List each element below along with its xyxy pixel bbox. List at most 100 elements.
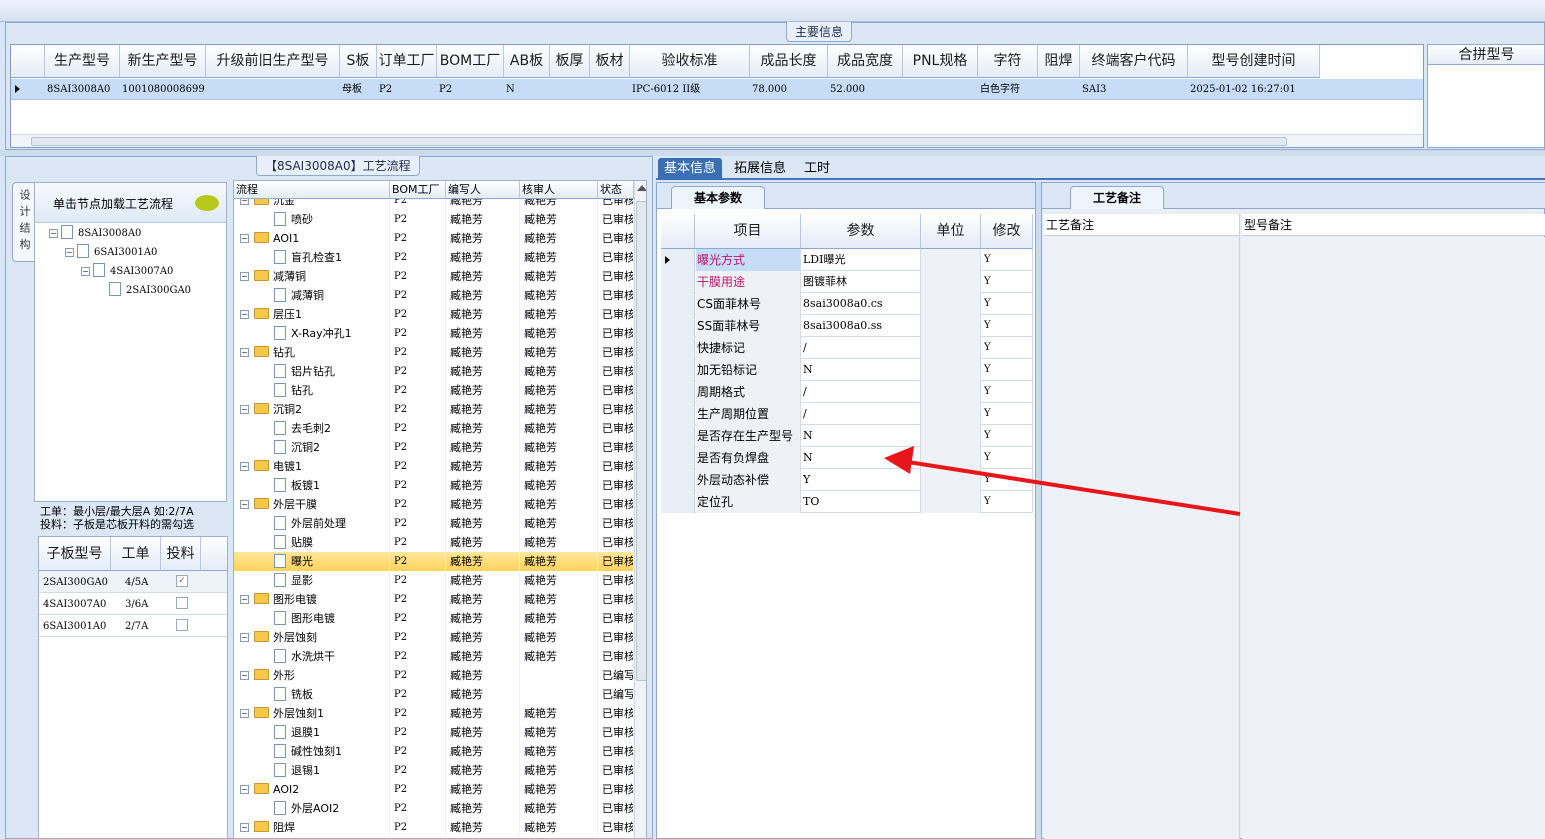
column-header[interactable]: 升级前旧生产型号 <box>206 45 340 78</box>
table-cell[interactable] <box>592 80 628 99</box>
flow-row[interactable]: − 沉金 P2 臧艳芳 臧艳芳 已审核 <box>234 199 634 210</box>
row-selector[interactable] <box>661 271 695 293</box>
flow-row[interactable]: 铝片钻孔 P2 臧艳芳 臧艳芳 已审核 <box>234 362 634 381</box>
collapse-icon[interactable]: − <box>240 199 249 205</box>
param-value[interactable]: 8sai3008a0.ss <box>801 315 921 337</box>
collapse-icon[interactable]: − <box>240 310 249 319</box>
param-value[interactable]: 图镀菲林 <box>801 271 921 293</box>
flow-row[interactable]: − AOI1 P2 臧艳芳 臧艳芳 已审核 <box>234 229 634 248</box>
flow-row[interactable]: − 阻焊 P2 臧艳芳 臧艳芳 已审核 <box>234 818 634 837</box>
collapse-icon[interactable]: − <box>240 272 249 281</box>
flow-row[interactable]: − 外层蚀刻1 P2 臧艳芳 臧艳芳 已审核 <box>234 704 634 723</box>
flow-row[interactable]: − 减薄铜 P2 臧艳芳 臧艳芳 已审核 <box>234 267 634 286</box>
row-selector[interactable] <box>661 249 695 271</box>
table-cell[interactable]: P2 <box>379 80 435 99</box>
param-value[interactable]: LDI曝光 <box>801 249 921 271</box>
flow-row[interactable]: 去毛刺2 P2 臧艳芳 臧艳芳 已审核 <box>234 419 634 438</box>
tree-node[interactable]: −6SAI3001A0 <box>65 244 157 258</box>
scroll-thumb[interactable] <box>636 201 646 681</box>
row-selector[interactable] <box>661 293 695 315</box>
column-header[interactable]: 成品长度 <box>750 45 828 78</box>
sub-grid-header-feed[interactable]: 投料 <box>161 537 201 571</box>
flow-row[interactable]: 盲孔检查1 P2 臧艳芳 臧艳芳 已审核 <box>234 248 634 267</box>
collapse-icon[interactable]: − <box>240 823 249 832</box>
collapse-icon[interactable]: − <box>240 500 249 509</box>
column-header[interactable]: AB板 <box>504 45 550 78</box>
param-row[interactable]: 周期格式 / Y <box>661 381 1033 403</box>
collapse-icon[interactable]: − <box>240 785 249 794</box>
flow-row[interactable]: − 电镀1 P2 臧艳芳 臧艳芳 已审核 <box>234 457 634 476</box>
feed-checkbox[interactable] <box>176 597 188 609</box>
collapse-icon[interactable]: − <box>240 709 249 718</box>
collapse-icon[interactable]: − <box>240 234 249 243</box>
row-selector[interactable] <box>661 359 695 381</box>
list-item[interactable]: 4SAI3007A0 3/6A <box>39 593 227 615</box>
column-header[interactable]: 型号创建时间 <box>1188 45 1320 78</box>
tree-node[interactable]: 2SAI300GA0 <box>109 282 191 296</box>
table-cell[interactable] <box>208 80 338 99</box>
table-cell[interactable]: 10010800086993 <box>122 80 204 99</box>
flow-row[interactable]: − 外层蚀刻 P2 臧艳芳 臧艳芳 已审核 <box>234 628 634 647</box>
row-selector[interactable] <box>661 315 695 337</box>
column-header[interactable]: 验收标准 <box>630 45 750 78</box>
flow-column-header[interactable]: BOM工厂 <box>390 181 446 199</box>
collapse-icon[interactable]: − <box>240 595 249 604</box>
param-column-header[interactable]: 修改 <box>981 214 1033 249</box>
table-cell[interactable]: 52.000 <box>830 80 901 99</box>
flow-row[interactable]: 退锡1 P2 臧艳芳 臧艳芳 已审核 <box>234 761 634 780</box>
table-cell[interactable]: 8SAI3008A0 <box>47 80 118 99</box>
collapse-icon[interactable]: − <box>240 348 249 357</box>
flow-row[interactable]: 铣板 P2 臧艳芳 已编写 <box>234 685 634 704</box>
flow-row[interactable]: − 外层干膜 P2 臧艳芳 臧艳芳 已审核 <box>234 495 634 514</box>
feed-checkbox[interactable] <box>176 619 188 631</box>
table-row[interactable]: 8SAI3008A0 10010800086993 母板 P2 P2 N IPC-6012 … <box>11 79 1423 100</box>
column-header[interactable]: 阻焊 <box>1038 45 1080 78</box>
list-item[interactable]: 2SAI300GA0 4/5A ✓ <box>39 571 227 593</box>
column-header[interactable]: 生产型号 <box>45 45 120 78</box>
table-cell[interactable]: P2 <box>439 80 502 99</box>
tab-basic-params[interactable]: 基本参数 <box>671 186 766 209</box>
flow-row[interactable]: − 图形电镀 P2 臧艳芳 臧艳芳 已审核 <box>234 590 634 609</box>
flow-row[interactable]: 喷砂 P2 臧艳芳 臧艳芳 已审核 <box>234 210 634 229</box>
design-structure-vtab[interactable]: 设 计 结 构 <box>12 182 34 262</box>
table-cell[interactable] <box>905 80 976 99</box>
column-header[interactable]: PNL规格 <box>903 45 978 78</box>
table-cell[interactable]: 2025-01-02 16:27:01 <box>1190 80 1318 99</box>
row-selector[interactable] <box>661 403 695 425</box>
column-header[interactable]: 字符 <box>978 45 1038 78</box>
tab-work-hours[interactable]: 工时 <box>798 158 836 180</box>
flow-row[interactable]: − AOI2 P2 臧艳芳 臧艳芳 已审核 <box>234 780 634 799</box>
param-column-header[interactable]: 参数 <box>801 214 921 249</box>
table-cell[interactable]: 78.000 <box>752 80 826 99</box>
table-cell[interactable] <box>552 80 588 99</box>
flow-row[interactable]: 外层前处理 P2 臧艳芳 臧艳芳 已审核 <box>234 514 634 533</box>
table-cell[interactable] <box>1040 80 1078 99</box>
tab-basic-info[interactable]: 基本信息 <box>658 158 723 180</box>
flow-row[interactable]: − 钻孔 P2 臧艳芳 臧艳芳 已审核 <box>234 343 634 362</box>
tab-process-remarks[interactable]: 工艺备注 <box>1070 186 1165 209</box>
column-header[interactable]: 板材 <box>590 45 630 78</box>
model-remark-box[interactable] <box>1242 237 1545 839</box>
flow-row[interactable]: 曝光 P2 臧艳芳 臧艳芳 已审核 <box>234 552 634 571</box>
collapse-icon[interactable]: − <box>240 462 249 471</box>
param-row[interactable]: 生产周期位置 / Y <box>661 403 1033 425</box>
param-row[interactable]: SS面菲林号 8sai3008a0.ss Y <box>661 315 1033 337</box>
tree-node[interactable]: −8SAI3008A0 <box>49 225 141 239</box>
row-selector[interactable] <box>661 491 695 513</box>
flow-row[interactable]: 水洗烘干 P2 臧艳芳 臧艳芳 已审核 <box>234 647 634 666</box>
sub-grid-header-order[interactable]: 工单 <box>111 537 161 571</box>
param-column-header[interactable]: 项目 <box>695 214 801 249</box>
column-header[interactable]: 订单工厂 <box>377 45 437 78</box>
column-header[interactable]: 成品宽度 <box>828 45 903 78</box>
flow-row[interactable]: 显影 P2 臧艳芳 臧艳芳 已审核 <box>234 571 634 590</box>
param-column-header[interactable]: 单位 <box>921 214 981 249</box>
collapse-icon[interactable]: − <box>240 671 249 680</box>
param-row[interactable]: CS面菲林号 8sai3008a0.cs Y <box>661 293 1033 315</box>
param-value[interactable]: / <box>801 337 921 359</box>
flow-row[interactable]: − 外形 P2 臧艳芳 已编写 <box>234 666 634 685</box>
row-selector[interactable] <box>661 425 695 447</box>
tab-extended-info[interactable]: 拓展信息 <box>728 158 792 180</box>
flow-column-header[interactable]: 核审人 <box>520 181 598 199</box>
flow-row[interactable]: − 沉铜2 P2 臧艳芳 臧艳芳 已审核 <box>234 400 634 419</box>
tree-node[interactable]: −4SAI3007A0 <box>81 263 173 277</box>
